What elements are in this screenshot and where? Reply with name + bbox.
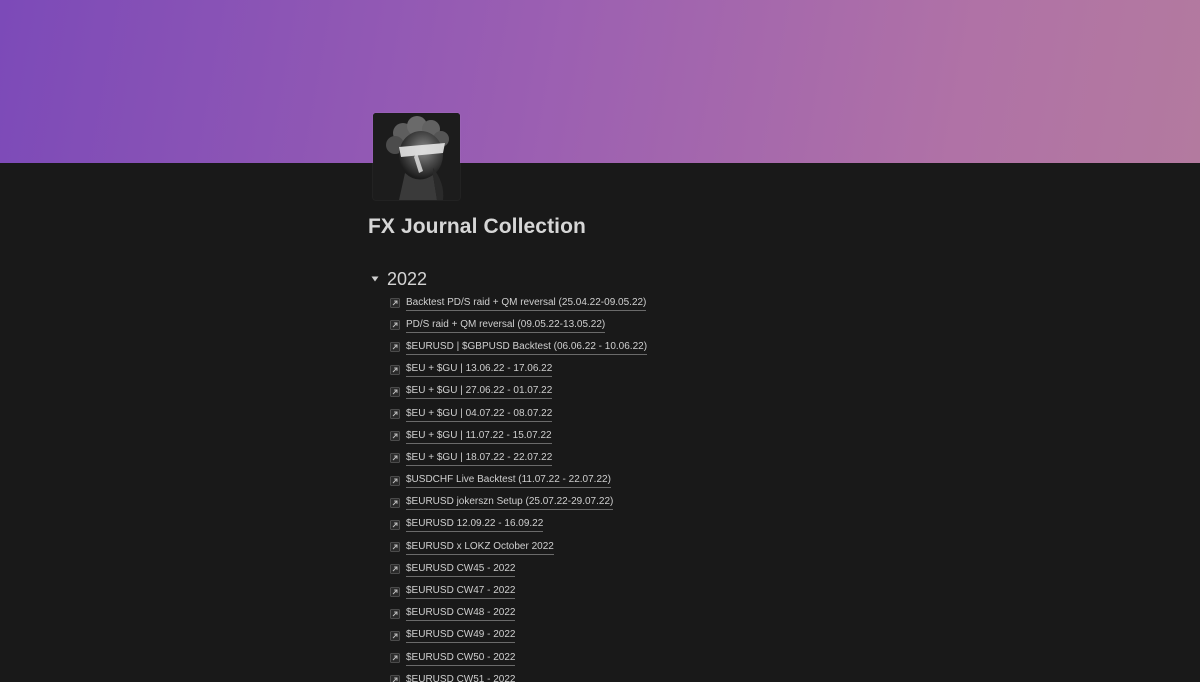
page-link-label[interactable]: PD/S raid + QM reversal (09.05.22-13.05.…	[406, 318, 606, 333]
page-link-icon	[388, 340, 402, 354]
page-link-item[interactable]: $EU + $GU | 11.07.22 - 15.07.22	[388, 425, 647, 447]
page-link-label[interactable]: $EURUSD | $GBPUSD Backtest (06.06.22 - 1…	[406, 340, 648, 355]
page-link-label[interactable]: $EURUSD 12.09.22 - 16.09.22	[406, 517, 544, 533]
page: FX Journal Collection 2022 Backtest PD/S…	[0, 0, 1200, 682]
page-link-item[interactable]: $EURUSD CW51 - 2022	[388, 669, 647, 682]
triangle-down-icon[interactable]	[368, 272, 382, 286]
page-link-label[interactable]: $EURUSD CW48 - 2022	[406, 606, 516, 622]
page-link-label[interactable]: $EURUSD CW49 - 2022	[406, 628, 516, 644]
page-cover[interactable]	[0, 0, 1200, 163]
page-link-icon	[388, 429, 402, 443]
page-link-item[interactable]: $EURUSD jokerszn Setup (25.07.22-29.07.2…	[388, 492, 647, 514]
page-link-label[interactable]: Backtest PD/S raid + QM reversal (25.04.…	[406, 296, 647, 311]
page-link-item[interactable]: $EURUSD CW48 - 2022	[388, 603, 647, 625]
page-link-icon	[388, 385, 402, 399]
page-link-item[interactable]: $EURUSD CW45 - 2022	[388, 558, 647, 580]
page-link-item[interactable]: $EURUSD x LOKZ October 2022	[388, 536, 647, 558]
page-link-item[interactable]: $EU + $GU | 04.07.22 - 08.07.22	[388, 403, 647, 425]
page-link-label[interactable]: $EURUSD CW50 - 2022	[406, 651, 516, 666]
page-link-label[interactable]: $EU + $GU | 04.07.22 - 08.07.22	[406, 407, 553, 422]
page-link-icon	[388, 451, 402, 465]
page-link-icon	[388, 296, 402, 310]
page-link-icon	[388, 629, 402, 643]
page-link-label[interactable]: $EURUSD CW51 - 2022	[406, 673, 515, 682]
page-link-item[interactable]: $EU + $GU | 27.06.22 - 01.07.22	[388, 381, 647, 403]
page-link-label[interactable]: $EURUSD CW47 - 2022	[406, 584, 516, 600]
page-link-icon	[388, 518, 402, 532]
page-link-icon	[388, 474, 402, 488]
page-link-list: Backtest PD/S raid + QM reversal (25.04.…	[388, 292, 648, 682]
page-link-icon	[388, 607, 402, 621]
page-link-label[interactable]: $EURUSD jokerszn Setup (25.07.22-29.07.2…	[406, 495, 614, 511]
page-link-label[interactable]: $EU + $GU | 18.07.22 - 22.07.22	[406, 451, 553, 466]
page-title[interactable]: FX Journal Collection	[368, 215, 586, 239]
page-link-item[interactable]: $EURUSD CW49 - 2022	[388, 625, 647, 647]
page-link-label[interactable]: $EU + $GU | 27.06.22 - 01.07.22	[406, 384, 553, 400]
page-link-item[interactable]: $USDCHF Live Backtest (11.07.22 - 22.07.…	[388, 470, 647, 492]
page-link-item[interactable]: Backtest PD/S raid + QM reversal (25.04.…	[388, 292, 647, 314]
page-link-item[interactable]: $EURUSD CW50 - 2022	[388, 647, 647, 669]
page-link-item[interactable]: $EURUSD | $GBPUSD Backtest (06.06.22 - 1…	[388, 336, 648, 358]
page-link-icon	[388, 318, 402, 332]
toggle-label: 2022	[387, 268, 428, 289]
page-link-item[interactable]: $EURUSD 12.09.22 - 16.09.22	[388, 514, 647, 536]
page-link-icon	[388, 673, 402, 682]
toggle-2022[interactable]: 2022	[368, 266, 427, 292]
page-link-icon	[388, 562, 402, 576]
page-link-label[interactable]: $EU + $GU | 13.06.22 - 17.06.22	[406, 362, 553, 378]
page-link-icon	[388, 363, 402, 377]
page-link-icon	[388, 540, 402, 554]
page-link-icon	[388, 651, 402, 665]
page-link-label[interactable]: $EURUSD x LOKZ October 2022	[406, 540, 554, 555]
page-link-icon	[388, 585, 402, 599]
page-link-label[interactable]: $USDCHF Live Backtest (11.07.22 - 22.07.…	[406, 473, 611, 489]
page-link-item[interactable]: $EURUSD CW47 - 2022	[388, 580, 647, 602]
page-link-item[interactable]: $EU + $GU | 18.07.22 - 22.07.22	[388, 447, 647, 469]
page-link-label[interactable]: $EU + $GU | 11.07.22 - 15.07.22	[406, 429, 552, 444]
page-link-icon	[388, 407, 402, 421]
page-link-item[interactable]: PD/S raid + QM reversal (09.05.22-13.05.…	[388, 314, 647, 336]
page-link-label[interactable]: $EURUSD CW45 - 2022	[406, 562, 516, 577]
page-link-icon	[388, 496, 402, 510]
page-icon-statue-image[interactable]	[373, 113, 460, 200]
page-link-item[interactable]: $EU + $GU | 13.06.22 - 17.06.22	[388, 359, 647, 381]
